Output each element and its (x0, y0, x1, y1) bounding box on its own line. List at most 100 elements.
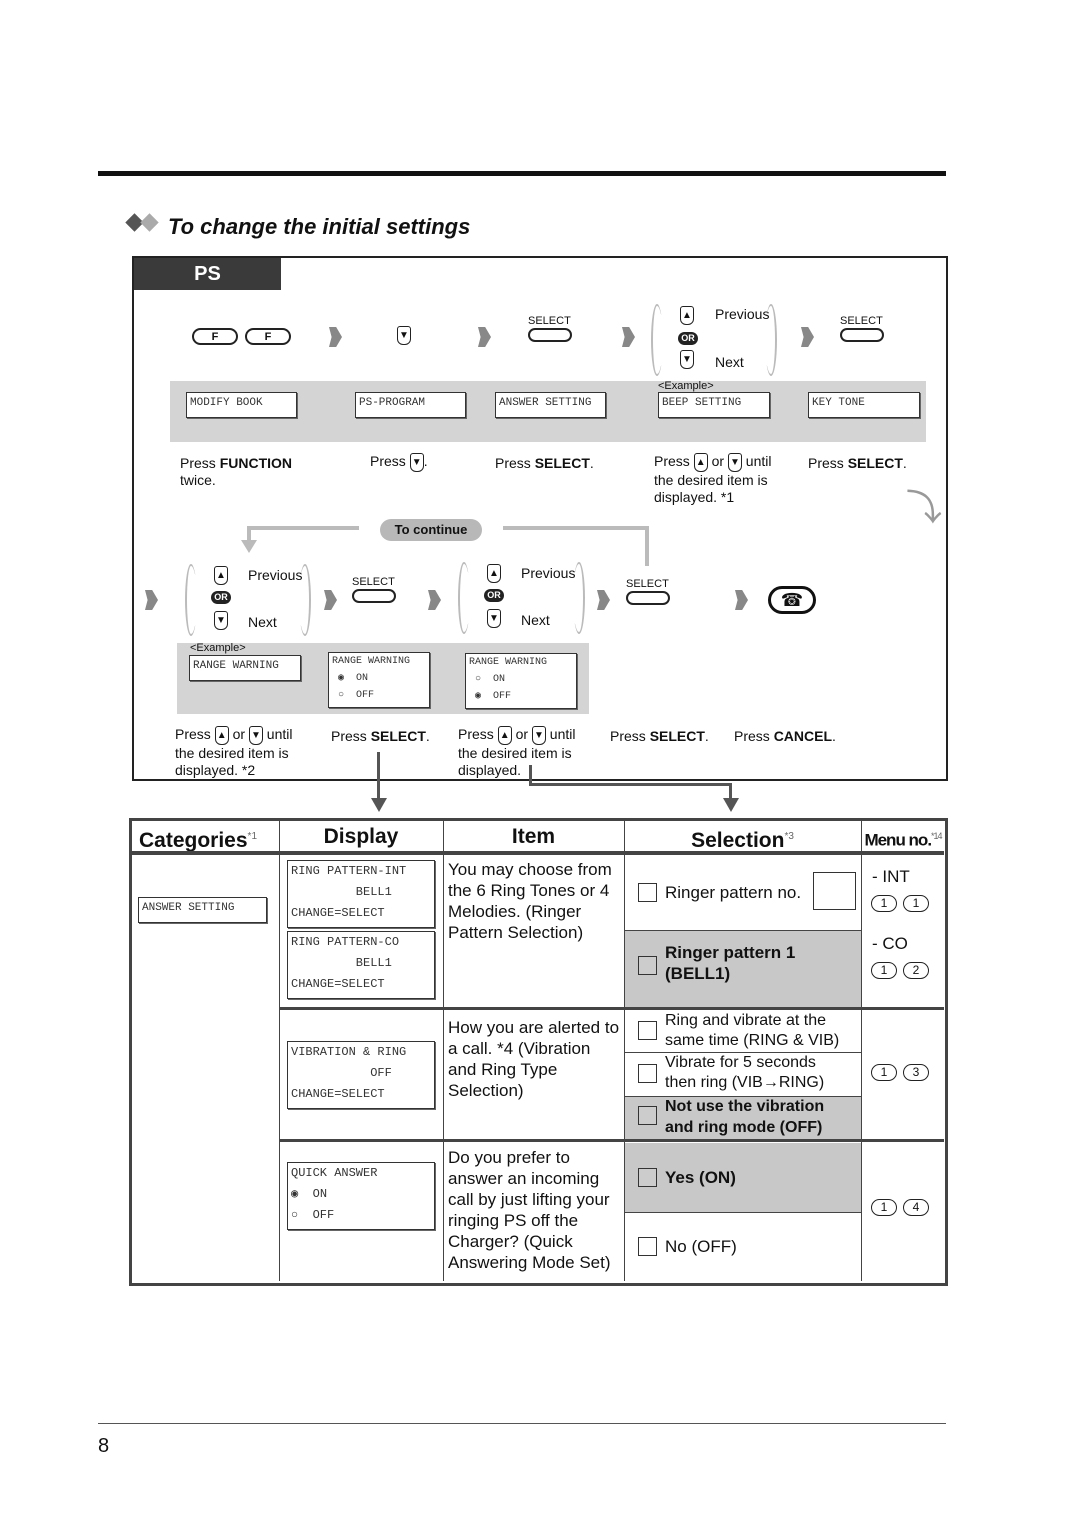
or-badge: OR (211, 591, 231, 604)
next-label: Next (521, 612, 550, 628)
checkbox[interactable] (638, 1064, 657, 1083)
previous-label: Previous (715, 306, 770, 322)
up-key-icon: ▲ (214, 726, 229, 745)
manual-page: To change the initial settings PS F F ▼ … (0, 0, 1080, 1528)
lcd-display: KEY TONE (808, 392, 920, 418)
checkbox[interactable] (638, 1106, 657, 1125)
caption-text: . (423, 453, 428, 470)
lcd-display: RANGE WARNING (189, 655, 301, 681)
caption-bold: SELECT (847, 455, 903, 471)
lcd-display: MODIFY BOOK (186, 392, 297, 418)
caption-text: Press (458, 726, 498, 743)
caption-text: or (228, 726, 249, 743)
item-description: You may choose from the 6 Ring Tones or … (448, 860, 612, 942)
option-label: Vibrate for 5 seconds then ring (VIB→RIN… (665, 1054, 825, 1091)
caption: Press SELECT. (808, 455, 907, 472)
select-key-icon (352, 589, 396, 603)
caption-text: the desired item is (654, 472, 768, 488)
caption-bold: CANCEL (773, 728, 833, 744)
caption-text: twice. (180, 472, 216, 488)
checkbox[interactable] (638, 956, 657, 975)
select-label: SELECT (626, 578, 669, 590)
checkbox[interactable] (638, 883, 657, 902)
key-icon: 4 (903, 1199, 929, 1216)
page-number: 8 (98, 1435, 110, 1457)
lcd-display: RING PATTERN-INT BELL1 CHANGE=SELECT (287, 860, 435, 928)
to-continue-badge: To continue (380, 519, 482, 541)
option-label: No (OFF) (665, 1237, 737, 1256)
checkbox[interactable] (638, 1237, 657, 1256)
up-key-icon: ▲ (497, 726, 512, 745)
key-icon: 3 (903, 1064, 929, 1081)
down-key-icon: ▼ (214, 611, 228, 630)
option-label: Ringer pattern no. (665, 883, 802, 902)
option-label: Ringer pattern 1 (BELL1) (665, 943, 796, 983)
header-selection: Selection*3 (624, 820, 861, 853)
caption-bold: SELECT (370, 728, 426, 744)
row-divider (279, 1007, 944, 1010)
key-icon: 1 (871, 962, 897, 979)
lcd-display: RANGE WARNING ○ ON ◉ OFF (465, 653, 577, 709)
lcd-display: VIBRATION & RING OFF CHANGE=SELECT (287, 1041, 435, 1109)
column-divider (443, 820, 444, 1281)
key-icon: 1 (871, 895, 897, 912)
connector-line (247, 526, 359, 530)
top-rule (98, 171, 946, 176)
caption-text: Press (370, 453, 410, 470)
caption-text: Press (180, 455, 220, 471)
caption-text: Press (734, 728, 774, 744)
header-text: Categories (139, 829, 248, 852)
function-key: F (192, 328, 238, 345)
header-menu-no: Menu no.*14 (861, 820, 945, 853)
down-key-icon: ▼ (397, 326, 411, 345)
down-key-icon: ▼ (680, 350, 694, 369)
caption-text: displayed. *1 (654, 489, 735, 505)
caption-text: the desired item is (175, 745, 289, 761)
up-key-icon: ▲ (693, 453, 708, 472)
caption-text: Press (495, 455, 535, 471)
lcd-display: RING PATTERN-CO BELL1 CHANGE=SELECT (287, 931, 435, 999)
or-badge: OR (484, 589, 504, 602)
pointer-line (377, 752, 380, 802)
bracket (573, 562, 585, 634)
pointer-arrowhead-icon (371, 798, 387, 812)
caption-text: or (511, 726, 532, 743)
key-icon: 2 (903, 962, 929, 979)
previous-label: Previous (248, 567, 303, 583)
caption-bold: SELECT (649, 728, 705, 744)
pointer-arrowhead-icon (723, 798, 739, 812)
caption: Press FUNCTION twice. (180, 455, 292, 489)
connector-line (645, 526, 649, 566)
connector-arrowhead-icon (241, 540, 257, 553)
cancel-key-icon: ☎ (768, 586, 816, 614)
caption-text: . (589, 455, 594, 471)
pattern-number-box[interactable] (813, 872, 856, 910)
caption: Press CANCEL. (734, 728, 836, 744)
connector-line (503, 526, 649, 530)
next-label: Next (715, 354, 744, 370)
bottom-rule (98, 1423, 946, 1424)
down-key-icon: ▼ (727, 453, 742, 472)
checkbox[interactable] (638, 1168, 657, 1187)
bracket (765, 304, 777, 376)
column-divider (861, 820, 862, 1281)
caption-text: the desired item is (458, 745, 572, 761)
caption: Press SELECT. (331, 728, 430, 744)
caption-text: Press (654, 453, 694, 470)
bracket (299, 564, 311, 636)
caption: Press ▼. (370, 453, 428, 472)
checkbox[interactable] (638, 1021, 657, 1040)
pointer-line (529, 783, 732, 786)
caption: Press ▲ or ▼ until the desired item is dis… (654, 453, 772, 506)
up-key-icon: ▲ (487, 564, 501, 583)
header-item: Item (511, 825, 556, 848)
caption-text: until (262, 726, 293, 743)
function-key: F (245, 328, 291, 345)
option-divider (624, 1212, 861, 1213)
down-key-icon: ▼ (487, 609, 501, 628)
down-key-icon: ▼ (248, 726, 263, 745)
lcd-display: ANSWER SETTING (495, 392, 606, 418)
caption: Press SELECT. (610, 728, 709, 744)
select-key-icon (626, 591, 670, 605)
caption-text: Press (175, 726, 215, 743)
